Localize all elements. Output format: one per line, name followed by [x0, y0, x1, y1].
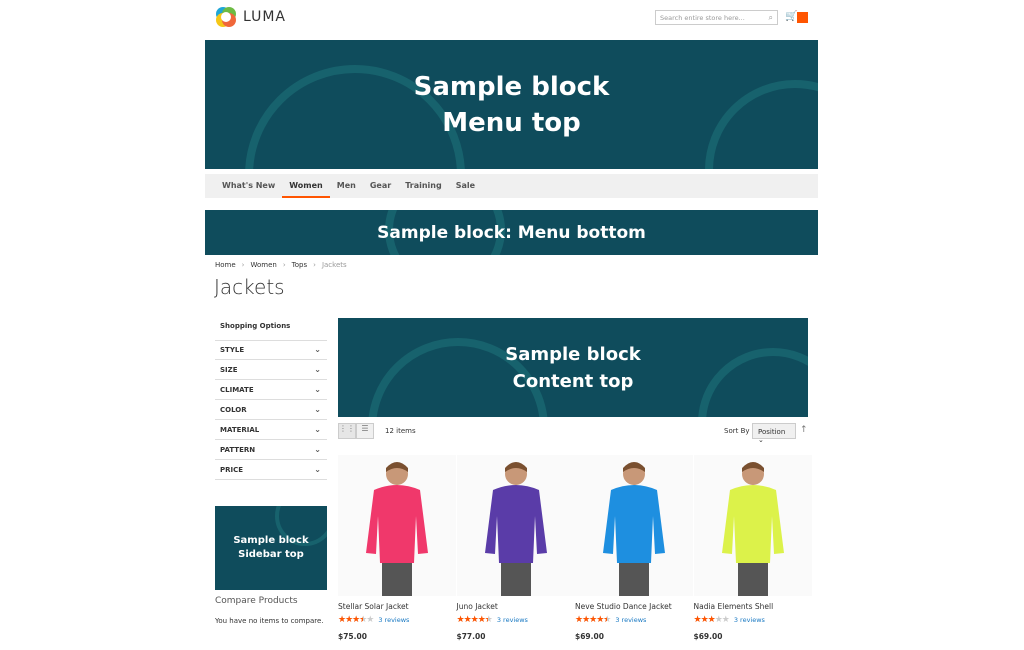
page-title: Jackets: [214, 275, 285, 299]
chevron-down-icon: ⌄: [314, 465, 321, 474]
filter-label: PATTERN: [220, 446, 256, 454]
reviews-link[interactable]: 3 reviews: [734, 616, 765, 624]
item-count: 12 items: [385, 427, 416, 435]
product-price: $69.00: [575, 632, 604, 641]
reviews-link[interactable]: 3 reviews: [378, 616, 409, 624]
product-image[interactable]: [693, 455, 812, 596]
rating-stars: ★★★★★★★★★★: [693, 615, 730, 625]
main-nav: What's New Women Men Gear Training Sale: [205, 174, 818, 198]
product-card[interactable]: Nadia Elements Shell ★★★★★★★★★★ 3 review…: [693, 455, 812, 641]
chevron-down-icon: ⌄: [314, 345, 321, 354]
grid-view-icon[interactable]: ⋮⋮: [338, 423, 356, 439]
filter-label: CLIMATE: [220, 386, 254, 394]
reviews-link[interactable]: 3 reviews: [615, 616, 646, 624]
product-price: $69.00: [693, 632, 723, 641]
sidebar-top-banner: Sample block Sidebar top: [215, 506, 327, 590]
menu-bottom-banner: Sample block: Menu bottom: [205, 210, 818, 255]
breadcrumb-home[interactable]: Home: [215, 261, 236, 269]
filter-price[interactable]: PRICE ⌄: [215, 460, 327, 480]
filter-style[interactable]: STYLE ⌄: [215, 340, 327, 360]
nav-gear[interactable]: Gear: [363, 174, 398, 198]
filter-label: COLOR: [220, 406, 247, 414]
product-price: $75.00: [338, 632, 367, 641]
product-name[interactable]: Nadia Elements Shell: [694, 602, 812, 611]
nav-training[interactable]: Training: [398, 174, 449, 198]
nav-sale[interactable]: Sale: [449, 174, 482, 198]
search-icon[interactable]: ⌕: [769, 13, 773, 23]
sort-select[interactable]: Position ⌄: [752, 423, 796, 444]
nav-whats-new[interactable]: What's New: [215, 174, 282, 198]
product-image[interactable]: [575, 455, 693, 596]
product-name[interactable]: Neve Studio Dance Jacket: [575, 602, 693, 611]
breadcrumb-women[interactable]: Women: [250, 261, 276, 269]
filter-label: MATERIAL: [220, 426, 260, 434]
rating-stars: ★★★★★★★★★★: [575, 615, 611, 625]
content-top-banner: Sample block Content top: [338, 318, 808, 417]
sort-label: Sort By: [724, 427, 750, 435]
rating-stars: ★★★★★★★★★★: [338, 615, 374, 625]
chevron-down-icon: ⌄: [314, 405, 321, 414]
product-image[interactable]: [456, 455, 575, 596]
filter-pattern[interactable]: PATTERN ⌄: [215, 440, 327, 460]
breadcrumb-current: Jackets: [321, 261, 347, 269]
product-name[interactable]: Stellar Solar Jacket: [338, 602, 456, 611]
product-image[interactable]: [338, 455, 456, 596]
product-card[interactable]: Stellar Solar Jacket ★★★★★★★★★★ 3 review…: [338, 455, 456, 641]
menu-top-banner: Sample block Menu top: [205, 40, 818, 169]
product-card[interactable]: Neve Studio Dance Jacket ★★★★★★★★★★ 3 re…: [575, 455, 693, 641]
product-card[interactable]: Juno Jacket ★★★★★★★★★★ 3 reviews $77.00: [456, 455, 575, 641]
product-name[interactable]: Juno Jacket: [457, 602, 575, 611]
logo-text: LUMA: [243, 9, 287, 25]
compare-title: Compare Products: [215, 596, 298, 606]
product-price: $77.00: [456, 632, 486, 641]
compare-text: You have no items to compare.: [215, 617, 324, 625]
list-view-icon[interactable]: ☰: [356, 423, 374, 439]
luma-logo-icon: [216, 7, 236, 27]
chevron-down-icon: ⌄: [314, 425, 321, 434]
filter-color[interactable]: COLOR ⌄: [215, 400, 327, 420]
chevron-down-icon: ⌄: [314, 365, 321, 374]
cart-counter[interactable]: [797, 12, 808, 23]
filter-label: PRICE: [220, 466, 244, 474]
toolbar: ⋮⋮ ☰ 12 items Sort By Position ⌄ ↑: [338, 423, 810, 444]
header: LUMA Search entire store here... ⌕ 🛒: [0, 0, 1024, 39]
chevron-down-icon: ⌄: [314, 385, 321, 394]
filter-label: SIZE: [220, 366, 238, 374]
chevron-down-icon: ⌄: [314, 445, 321, 454]
filter-climate[interactable]: CLIMATE ⌄: [215, 380, 327, 400]
search-input[interactable]: Search entire store here... ⌕: [655, 10, 778, 25]
shopping-options-title: Shopping Options: [220, 322, 291, 330]
reviews-link[interactable]: 3 reviews: [497, 616, 528, 624]
breadcrumb: Home › Women › Tops › Jackets: [215, 261, 347, 269]
filter-material[interactable]: MATERIAL ⌄: [215, 420, 327, 440]
filter-label: STYLE: [220, 346, 245, 354]
sort-direction-arrow-icon[interactable]: ↑: [800, 425, 808, 435]
nav-women[interactable]: Women: [282, 174, 330, 198]
filter-size[interactable]: SIZE ⌄: [215, 360, 327, 380]
cart-icon[interactable]: 🛒: [785, 11, 797, 22]
rating-stars: ★★★★★★★★★★: [456, 615, 493, 625]
nav-men[interactable]: Men: [330, 174, 363, 198]
logo[interactable]: LUMA: [215, 6, 286, 28]
breadcrumb-tops[interactable]: Tops: [292, 261, 307, 269]
